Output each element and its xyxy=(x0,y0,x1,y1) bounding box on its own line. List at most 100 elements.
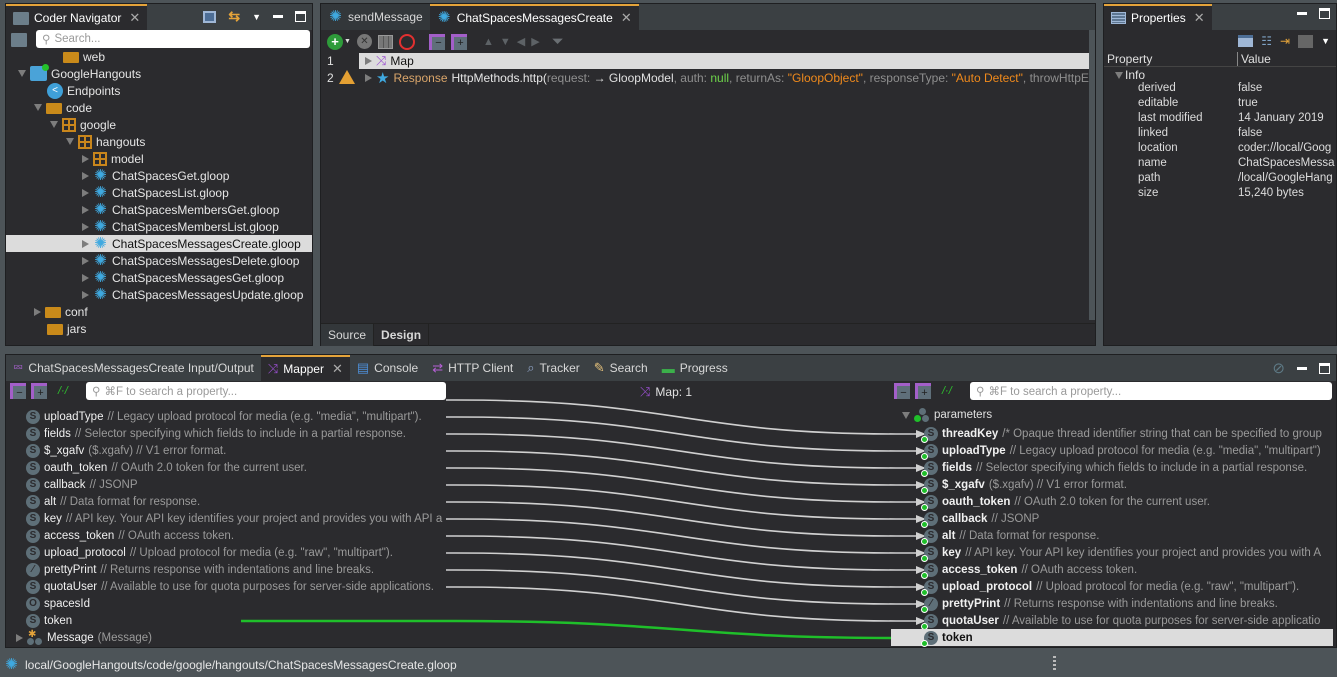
chevron-right-icon[interactable] xyxy=(82,154,89,163)
tree-item[interactable]: ✺ ChatSpacesMessagesUpdate.gloop xyxy=(6,286,312,303)
tree-item[interactable]: conf xyxy=(6,303,312,320)
chevron-down-icon[interactable] xyxy=(34,104,42,111)
property-row[interactable]: path/local/GoogleHang xyxy=(1104,172,1336,187)
mapping-link[interactable] xyxy=(241,619,916,640)
property-row[interactable]: size 15,240 bytes xyxy=(1104,187,1336,202)
expand-arrow-icon[interactable] xyxy=(1115,71,1123,79)
close-icon[interactable]: ✕ xyxy=(332,361,343,377)
tree-item[interactable]: ✺ ChatSpacesMembersGet.gloop xyxy=(6,201,312,218)
mapping-link[interactable] xyxy=(446,569,916,605)
chevron-right-icon[interactable] xyxy=(82,188,89,197)
collapse-all-icon[interactable] xyxy=(203,10,217,23)
right-field-row[interactable]: Skey// API key. Your API key identifies … xyxy=(921,544,1321,562)
left-field-row[interactable]: SuploadType// Legacy upload protocol for… xyxy=(26,408,422,425)
left-property-search-input[interactable]: ⚲ ⌘F to search a property... xyxy=(86,382,446,400)
tab-design[interactable]: Design xyxy=(374,324,430,346)
dropdown-arrow-icon[interactable]: ▼ xyxy=(344,38,351,45)
right-field-row[interactable]: Sfields// Selector specifying which fiel… xyxy=(921,459,1307,477)
tab-search[interactable]: ✎ Search xyxy=(587,355,655,381)
minimize-icon[interactable] xyxy=(1297,366,1307,370)
tree-item[interactable]: ✺ ChatSpacesMembersList.gloop xyxy=(6,218,312,235)
chevron-down-icon[interactable] xyxy=(66,138,74,145)
right-field-row[interactable]: Saccess_token// OAuth access token. xyxy=(921,561,1137,579)
expand-icon[interactable]: + xyxy=(450,33,467,50)
tab-progress[interactable]: ▬ Progress xyxy=(655,355,735,381)
chevron-down-icon[interactable] xyxy=(18,70,26,77)
property-row[interactable]: editable true xyxy=(1104,97,1336,112)
tree-item[interactable]: ✺ ChatSpacesMessagesDelete.gloop xyxy=(6,252,312,269)
move-left-icon[interactable]: ◀ xyxy=(517,35,525,48)
column-header-property[interactable]: Property xyxy=(1107,52,1152,66)
close-icon[interactable]: ✕ xyxy=(621,10,632,26)
property-row[interactable]: linked false xyxy=(1104,127,1336,142)
mapping-link[interactable] xyxy=(446,535,916,571)
left-field-row[interactable]: S $_xgafv ($.xgafv) // V1 error format. xyxy=(26,442,226,459)
minimize-icon[interactable] xyxy=(273,15,283,18)
tree-item[interactable]: hangouts xyxy=(6,133,312,150)
move-down-icon[interactable]: ▼ xyxy=(500,36,511,48)
chevron-right-icon[interactable] xyxy=(82,171,89,180)
property-row[interactable]: location coder://local/Goog xyxy=(1104,142,1336,157)
left-field-row[interactable]: Salt// Data format for response. xyxy=(26,493,200,510)
maximize-icon[interactable] xyxy=(295,11,306,22)
editor-line-response[interactable]: ★ Response HttpMethods.http( request: → … xyxy=(359,70,1091,86)
editor-line-map[interactable]: ⤨ Map xyxy=(359,53,1089,69)
mapping-link[interactable] xyxy=(446,433,916,469)
right-field-row[interactable]: S $_xgafv ($.xgafv) // V1 error format. xyxy=(921,476,1127,494)
left-message-row[interactable]: ✱ Message (Message) xyxy=(16,629,152,646)
filter-icon[interactable]: ⏷ xyxy=(552,33,564,50)
categories-icon[interactable]: ☷ xyxy=(1261,34,1272,48)
chevron-right-icon[interactable] xyxy=(82,290,89,299)
view-menu-icon[interactable]: ▼ xyxy=(252,12,261,22)
tree-item[interactable]: GoogleHangouts xyxy=(6,64,312,82)
server-icon[interactable] xyxy=(11,33,27,47)
mapping-link[interactable] xyxy=(446,450,916,486)
chevron-right-icon[interactable] xyxy=(82,273,89,282)
tab-properties[interactable]: Properties ✕ xyxy=(1104,4,1212,30)
tree-item[interactable]: ✺ ChatSpacesList.gloop xyxy=(6,184,312,201)
left-field-row[interactable]: OspacesId xyxy=(26,595,94,612)
mapping-link[interactable] xyxy=(446,552,916,588)
pin-icon[interactable] xyxy=(1238,35,1254,47)
info-group[interactable]: Info xyxy=(1115,68,1145,82)
chevron-right-icon[interactable] xyxy=(82,239,89,248)
disable-icon[interactable] xyxy=(398,33,415,50)
tab-console[interactable]: ▤ Console xyxy=(350,355,425,381)
add-step-icon[interactable]: + xyxy=(327,33,343,50)
warning-icon[interactable] xyxy=(339,70,355,84)
chevron-right-icon[interactable] xyxy=(34,307,41,316)
property-row[interactable]: derived false xyxy=(1104,82,1336,97)
left-field-row[interactable]: Saccess_token// OAuth access token. xyxy=(26,527,234,544)
right-field-row[interactable]: SuploadType// Legacy upload protocol for… xyxy=(921,442,1321,460)
close-icon[interactable]: ✕ xyxy=(129,10,140,26)
tree-item[interactable]: ✺ ChatSpacesMessagesCreate.gloop xyxy=(6,235,312,252)
move-right-icon[interactable]: ▶ xyxy=(531,35,539,48)
left-field-row[interactable]: ⁄ prettyPrint// Returns response with ind… xyxy=(26,561,374,578)
left-field-row[interactable]: Stoken xyxy=(26,612,76,629)
tree-item[interactable]: model xyxy=(6,150,312,167)
left-field-row[interactable]: Scallback// JSONP xyxy=(26,476,138,493)
unlink-icon[interactable]: ⊘ xyxy=(1272,359,1285,377)
chevron-right-icon[interactable] xyxy=(82,256,89,265)
tree-item[interactable]: code xyxy=(6,99,312,116)
right-field-row[interactable]: Stoken xyxy=(891,629,1333,647)
column-header-value[interactable]: Value xyxy=(1237,52,1271,66)
tree-item[interactable]: jars xyxy=(6,320,312,337)
comment-toggle-icon[interactable]: /·/ xyxy=(58,385,68,397)
property-row[interactable]: last modified 14 January 2019 xyxy=(1104,112,1336,127)
tab-tracker[interactable]: ⌕ Tracker xyxy=(520,355,587,381)
chevron-right-icon[interactable] xyxy=(82,205,89,214)
right-property-search-input[interactable]: ⚲ ⌘F to search a property... xyxy=(970,382,1332,400)
expand-icon[interactable]: + xyxy=(915,383,931,399)
right-group-parameters[interactable]: parameters xyxy=(902,408,992,422)
tab-mapper[interactable]: ⤨ Mapper ✕ xyxy=(260,355,350,381)
left-field-row[interactable]: Sfields// Selector specifying which fiel… xyxy=(26,425,406,442)
expand-arrow-icon[interactable] xyxy=(902,411,910,419)
right-field-row[interactable]: SquotaUser// Available to use for quota … xyxy=(921,612,1320,630)
right-field-row[interactable]: Supload_protocol// Upload protocol for m… xyxy=(921,578,1299,596)
chevron-down-icon[interactable] xyxy=(50,121,58,128)
collapse-icon[interactable]: − xyxy=(428,33,445,50)
table-icon[interactable] xyxy=(377,34,393,49)
mapping-link[interactable] xyxy=(446,484,916,520)
maximize-icon[interactable] xyxy=(1319,362,1330,374)
